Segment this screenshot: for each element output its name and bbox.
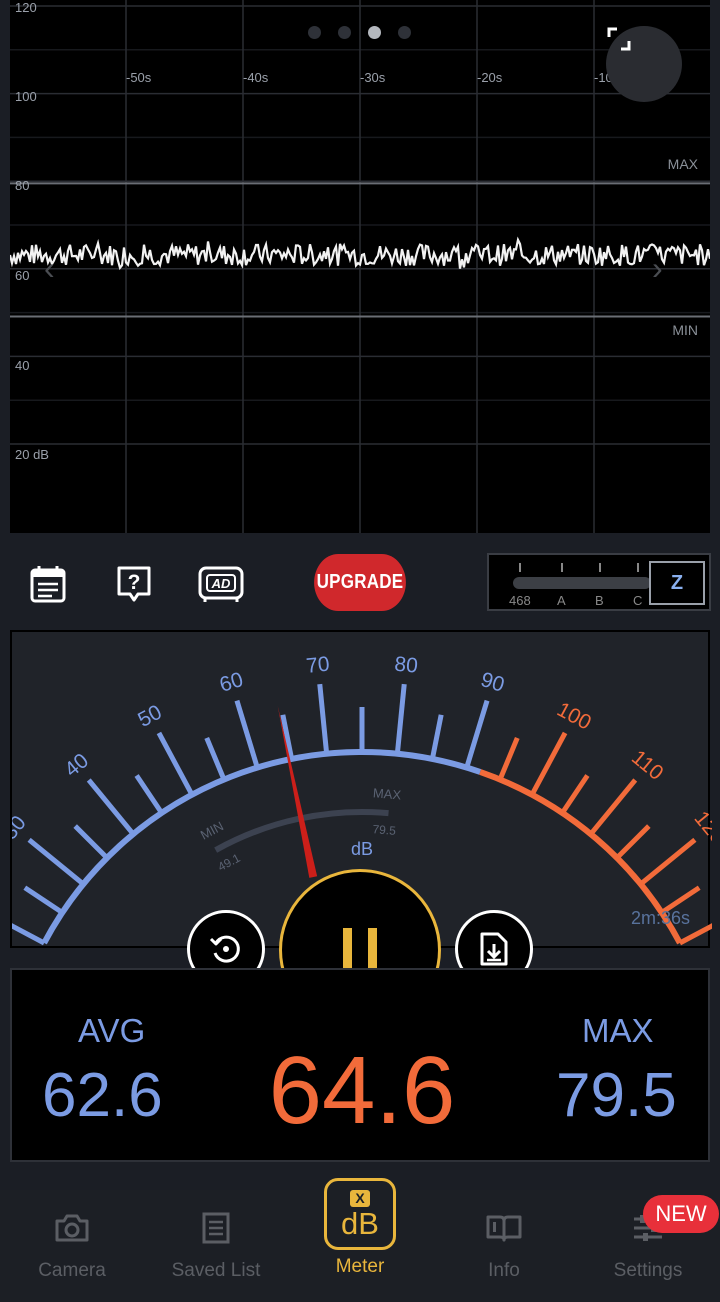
new-badge: NEW [643, 1195, 719, 1233]
x-axis-label: -50s [126, 70, 152, 85]
scale-label: 90 [478, 668, 507, 697]
minor-tick [204, 736, 227, 781]
remove-ads-button[interactable]: AD [197, 561, 245, 607]
svg-text:?: ? [128, 571, 141, 594]
help-button[interactable]: ? [111, 561, 157, 607]
expand-icon [607, 27, 631, 51]
scale-label: 30 [12, 811, 31, 844]
scale-label: 50 [134, 701, 165, 732]
x-axis-label: -40s [243, 70, 269, 85]
tab-label: Saved List [171, 1260, 261, 1281]
major-tick [12, 923, 46, 946]
unit-label: dB [351, 839, 373, 859]
svg-text:AD: AD [211, 576, 231, 591]
frequency-weighting-selector[interactable]: 468 A B C Z [487, 553, 711, 611]
weighting-label[interactable]: A [557, 593, 566, 608]
x-axis-label: -30s [360, 70, 386, 85]
meter-needle [277, 705, 318, 878]
weighting-tick [599, 563, 601, 572]
weighting-label[interactable]: 468 [509, 593, 531, 608]
weighting-tick [637, 563, 639, 572]
y-axis-label: 120 [15, 0, 37, 15]
list-icon [202, 1212, 230, 1244]
major-tick [394, 683, 407, 754]
min-line-label: MIN [672, 322, 698, 338]
max-marker-label: MAX [372, 785, 402, 802]
major-tick [588, 778, 638, 836]
major-tick [156, 731, 195, 796]
weighting-selected[interactable]: Z [649, 561, 705, 605]
scale-label: 100 [553, 698, 595, 735]
calendar-button[interactable] [25, 561, 71, 607]
x-axis-label: -20s [477, 70, 503, 85]
book-icon [486, 1215, 522, 1242]
weighting-label[interactable]: C [633, 593, 642, 608]
calendar-icon [30, 566, 66, 603]
y-axis-label: 100 [15, 89, 37, 104]
scale-label: 60 [217, 668, 246, 697]
y-axis-label: 40 [15, 358, 30, 373]
db-meter-icon: X dB [324, 1178, 396, 1250]
max-line-label: MAX [667, 156, 698, 172]
weighting-tick [519, 563, 521, 572]
scale-label: 40 [60, 749, 93, 782]
tab-label: Camera [38, 1260, 106, 1281]
minor-tick [23, 885, 64, 915]
tab-label: Info [488, 1260, 520, 1281]
stats-panel: AVG 62.6 64.6 MAX 79.5 [10, 968, 710, 1162]
tab-saved-list[interactable]: Saved List [144, 1190, 288, 1302]
page-dot[interactable] [338, 26, 351, 39]
y-axis-label: 20 dB [15, 447, 49, 462]
minor-tick [73, 824, 109, 860]
level-history-graph[interactable]: 120 100 80 60 40 20 dB -50s -40s -30s -2… [10, 0, 710, 533]
scale-label: 70 [305, 653, 331, 678]
upgrade-button[interactable]: UPGRADE [314, 554, 406, 611]
max-value: 79.5 [556, 1061, 677, 1130]
chevron-left-icon[interactable]: ‹ [44, 250, 55, 287]
save-file-icon [480, 932, 508, 966]
min-marker-label: MIN [198, 818, 226, 842]
y-axis-label: 80 [15, 178, 30, 193]
major-tick [639, 837, 697, 887]
y-axis-label: 60 [15, 268, 30, 283]
page-dot-active[interactable] [368, 26, 381, 39]
weighting-tick [561, 563, 563, 572]
max-marker-value: 79.5 [372, 822, 397, 838]
toolbar: ? AD UPGRADE 468 A B C Z [0, 533, 720, 630]
page-dot[interactable] [398, 26, 411, 39]
scale-label: 80 [393, 653, 419, 678]
tab-info[interactable]: Info [432, 1190, 576, 1302]
fullscreen-button[interactable] [606, 26, 682, 102]
minor-tick [560, 774, 590, 815]
camera-icon [55, 1214, 89, 1242]
minor-tick [615, 824, 651, 860]
major-tick [27, 837, 85, 887]
weighting-slider-track[interactable] [513, 577, 651, 589]
ad-icon: AD [198, 566, 244, 602]
major-tick [464, 699, 490, 769]
minor-tick [429, 714, 444, 760]
meter-icon-badge: X [350, 1189, 370, 1207]
max-label: MAX [582, 1012, 654, 1049]
major-tick [317, 683, 330, 754]
tab-label: Settings [613, 1260, 683, 1281]
page-indicator[interactable] [308, 26, 411, 39]
min-marker-value: 49.1 [215, 851, 242, 874]
major-tick [234, 699, 260, 769]
major-tick [86, 778, 136, 836]
tab-camera[interactable]: Camera [0, 1190, 144, 1302]
major-tick [529, 731, 568, 796]
weighting-label[interactable]: B [595, 593, 604, 608]
page-dot[interactable] [308, 26, 321, 39]
tab-meter[interactable]: X dB Meter [288, 1178, 432, 1302]
elapsed-time: 2m:36s [630, 908, 690, 928]
help-icon: ? [117, 566, 151, 602]
meter-icon-db: dB [341, 1205, 379, 1241]
chevron-right-icon[interactable]: › [652, 250, 663, 287]
minor-tick [497, 736, 520, 781]
tab-bar: Camera Saved List X dB Meter Info Settin… [0, 1178, 720, 1302]
minor-tick [134, 774, 164, 815]
tab-label: Meter [335, 1256, 385, 1277]
reset-icon [209, 935, 240, 963]
